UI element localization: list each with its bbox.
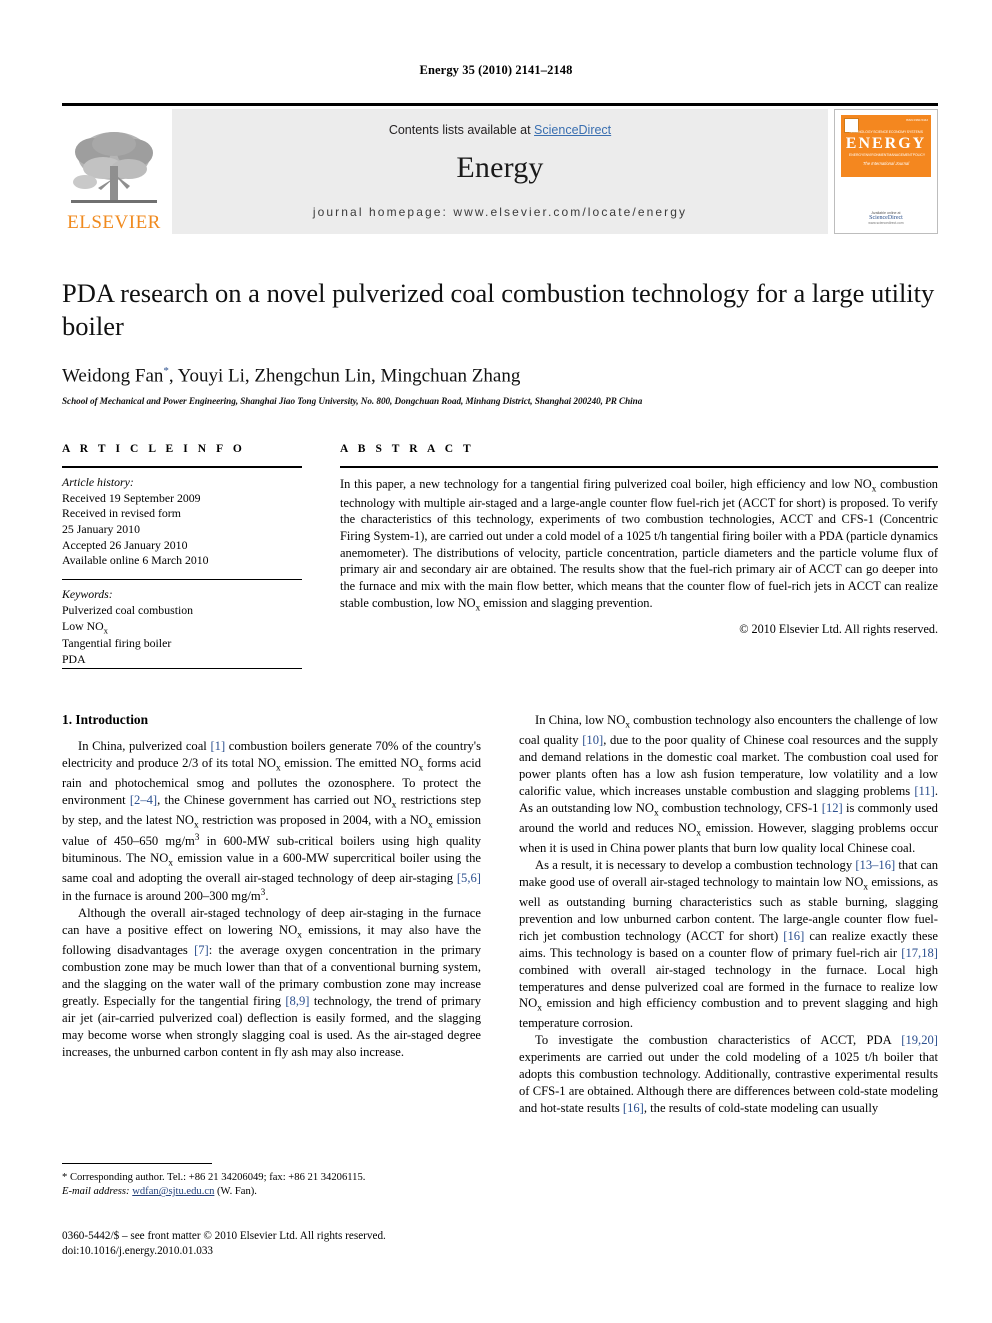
cover-url: www.sciencedirect.com xyxy=(868,221,904,225)
paragraph: To investigate the combustion characteri… xyxy=(519,1033,938,1116)
body-column-right: In China, low NOx combustion technology … xyxy=(519,712,938,1117)
paragraph: Although the overall air-staged technolo… xyxy=(62,906,481,1059)
running-head: Energy 35 (2010) 2141–2148 xyxy=(419,63,573,77)
cover-word: MANAGEMENT xyxy=(888,153,913,157)
divider xyxy=(62,579,302,581)
article-history-label: Article history: xyxy=(62,475,134,489)
abstract-text: In this paper, a new technology for a ta… xyxy=(340,477,938,613)
cover-word: ENERGY xyxy=(849,153,864,157)
elsevier-logo: ELSEVIER xyxy=(62,109,166,234)
section-heading-introduction: 1. Introduction xyxy=(62,712,149,727)
paragraph: In China, low NOx combustion technology … xyxy=(519,713,939,855)
journal-homepage[interactable]: journal homepage: www.elsevier.com/locat… xyxy=(172,205,828,219)
keyword-item: Low NOx xyxy=(62,618,108,635)
page-title: PDA research on a novel pulverized coal … xyxy=(62,278,935,341)
info-abstract-region: A R T I C L E I N F O Article history: R… xyxy=(62,443,938,668)
article-history: Article history: Received 19 September 2… xyxy=(62,475,302,569)
history-item: Accepted 26 January 2010 xyxy=(62,537,188,552)
sciencedirect-link[interactable]: ScienceDirect xyxy=(534,123,611,137)
doi-line: doi:10.1016/j.energy.2010.01.033 xyxy=(62,1245,214,1258)
article-info-heading: A R T I C L E I N F O xyxy=(62,443,246,455)
banner-center: Contents lists available at ScienceDirec… xyxy=(172,109,828,234)
keywords-label: Keywords: xyxy=(62,587,113,602)
cover-subtitle: The International Journal xyxy=(862,161,910,166)
history-item: Received in revised form xyxy=(62,506,181,521)
elsevier-tree-icon xyxy=(71,132,157,203)
paragraph: In China, pulverized coal [1] combustion… xyxy=(62,739,481,904)
cover-issn-code: ISSN 0360-5442 xyxy=(905,118,928,122)
author-list: Weidong Fan*, Youyi Li, Zhengchun Lin, M… xyxy=(62,364,521,387)
journal-cover-thumbnail: ISSN 0360-5442 TECHNOLOGY SCIENCE ECONOM… xyxy=(834,109,938,234)
cover-word: SYSTEMS xyxy=(906,130,923,134)
email-note: E-mail address: wdfan@sjtu.edu.cn (W. Fa… xyxy=(62,1185,481,1199)
article-info-column: A R T I C L E I N F O Article history: R… xyxy=(62,443,302,668)
keyword-item: Pulverized coal combustion xyxy=(62,602,194,617)
contents-prefix: Contents lists available at xyxy=(388,123,535,137)
body-region: 1. Introduction In China, pulverized coa… xyxy=(62,712,938,1117)
abstract-heading: A B S T R A C T xyxy=(340,443,475,455)
journal-name: Energy xyxy=(456,151,544,184)
imprint-block: 0360-5442/$ – see front matter © 2010 El… xyxy=(62,1229,522,1259)
cover-word: SCIENCE xyxy=(873,130,889,134)
corresponding-author-note: * Corresponding author. Tel.: +86 21 342… xyxy=(62,1172,366,1183)
divider xyxy=(340,466,938,468)
divider xyxy=(62,466,302,468)
keyword-item: Tangential firing boiler xyxy=(62,636,172,651)
corresponding-author-marker: * xyxy=(163,364,169,377)
cover-title: ENERGY xyxy=(845,135,927,152)
imprint-line: 0360-5442/$ – see front matter © 2010 El… xyxy=(62,1230,386,1242)
subscript-x: x xyxy=(103,624,108,635)
paper-page: Energy 35 (2010) 2141–2148 ELSEVIER Cont… xyxy=(0,0,992,1323)
cover-words-top: TECHNOLOGY SCIENCE ECONOMY SYSTEMS xyxy=(849,130,923,134)
email-label: E-mail address: xyxy=(62,1186,130,1198)
email-link[interactable]: wdfan@sjtu.edu.cn xyxy=(132,1186,214,1197)
paragraph: As a result, it is necessary to develop … xyxy=(519,857,938,1031)
cover-words-bottom: ENERGY ENVIRONMENT MANAGEMENT POLICY xyxy=(849,153,926,157)
abstract-column: A B S T R A C T In this paper, a new tec… xyxy=(340,443,938,668)
abstract-copyright: © 2010 Elsevier Ltd. All rights reserved… xyxy=(739,621,938,636)
contents-line: Contents lists available at ScienceDirec… xyxy=(172,109,828,137)
cover-word: ENVIRONMENT xyxy=(863,153,889,157)
divider xyxy=(62,668,302,669)
email-suffix: (W. Fan). xyxy=(217,1186,257,1198)
affiliation: School of Mechanical and Power Engineeri… xyxy=(62,396,643,407)
history-item: 25 January 2010 xyxy=(62,522,140,537)
history-item: Available online 6 March 2010 xyxy=(62,553,209,568)
cover-word: ECONOMY xyxy=(888,130,907,134)
cover-word: POLICY xyxy=(912,153,926,157)
body-column-left: 1. Introduction In China, pulverized coa… xyxy=(62,712,481,1117)
title-block: PDA research on a novel pulverized coal … xyxy=(62,277,938,406)
footnote-divider xyxy=(62,1163,212,1164)
cover-footer: Available online at ScienceDirect www.sc… xyxy=(835,211,937,225)
cover-word: TECHNOLOGY xyxy=(849,130,873,134)
journal-banner: ELSEVIER Contents lists available at Sci… xyxy=(62,103,938,234)
keyword-item: PDA xyxy=(62,652,86,667)
elsevier-wordmark: ELSEVIER xyxy=(67,212,161,233)
footnote-block: * Corresponding author. Tel.: +86 21 342… xyxy=(62,1171,481,1199)
history-item: Received 19 September 2009 xyxy=(62,490,201,505)
cover-orange-band: ISSN 0360-5442 TECHNOLOGY SCIENCE ECONOM… xyxy=(841,115,931,177)
keywords-block: Keywords: Pulverized coal combustion Low… xyxy=(62,587,302,668)
